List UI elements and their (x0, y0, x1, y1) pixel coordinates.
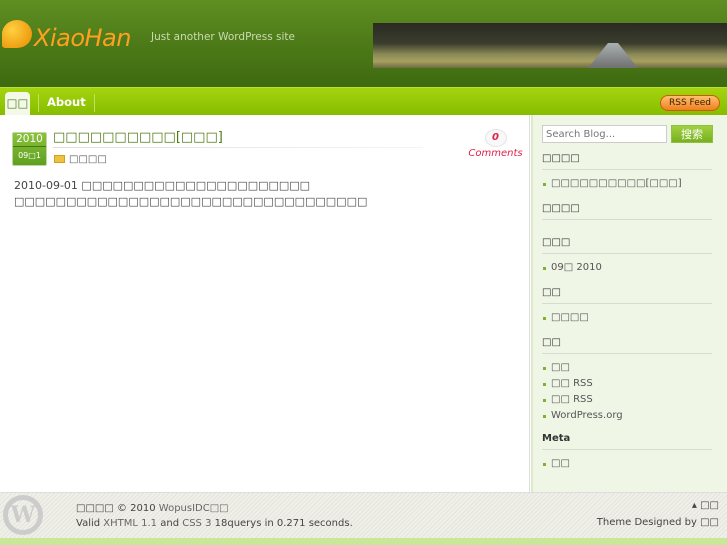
widget-link[interactable]: □□ RSS (542, 392, 712, 408)
widget-list: □□ (542, 456, 712, 472)
widget-link[interactable]: □□□□□□□□□□[□□□] (542, 176, 712, 192)
header-banner-image (373, 23, 727, 68)
site-header: XiaoHan Just another WordPress site (0, 0, 727, 88)
copyright-text: □□□□ © 2010 (76, 503, 159, 514)
widget-link[interactable]: □□ RSS (542, 376, 712, 392)
wordpress-logo-icon: W (3, 495, 43, 535)
widget-link[interactable]: □□□□ (542, 310, 712, 326)
nav-item-about[interactable]: About (38, 94, 95, 112)
theme-credit[interactable]: Theme Designed by □□ (597, 517, 719, 528)
sidebar-widget: □□□ 09□ 2010 (542, 237, 712, 276)
widget-title: □□ (542, 337, 712, 354)
post-category-link[interactable]: □□□□ (69, 154, 107, 165)
title-divider (53, 147, 423, 148)
sidebar: 搜索 □□□□□□□□□□□□□□[□□□]□□□□□□□09□ 2010□□□… (531, 115, 727, 493)
back-to-top-link[interactable]: ▴ □□ (692, 500, 719, 511)
nav-item-home[interactable]: □□ (5, 92, 30, 116)
sidebar-widget: □□□□ (542, 203, 712, 220)
post-title-link[interactable]: □□□□□□□□□□[□□□] (53, 130, 223, 145)
content-area: 2010 09□1 □□□□□□□□□□[□□□] □□□□ 0 Comment… (0, 115, 530, 493)
comments-link[interactable]: 0 Comments (468, 129, 523, 159)
widget-title: □□□ (542, 237, 712, 254)
bottom-bar (0, 538, 727, 545)
site-tagline: Just another WordPress site (151, 31, 296, 43)
sidebar-widget: □□□□ □□□□□□□□□□[□□□] (542, 153, 712, 192)
site-name: XiaoHan (34, 24, 131, 52)
widget-list: □□□□□□□□□□[□□□] (542, 176, 712, 192)
logo-swirl-icon (2, 20, 32, 48)
widget-link[interactable]: □□ (542, 360, 712, 376)
sidebar-widget: □□ □□ □□ RSS □□ RSS WordPress.org (542, 337, 712, 424)
comments-label: Comments (468, 148, 523, 159)
copyright-link[interactable]: WopusIDC□□ (159, 503, 229, 514)
post-date-badge: 2010 09□1 (12, 132, 47, 166)
widget-link[interactable]: 09□ 2010 (542, 260, 712, 276)
widget-title: □□□□ (542, 153, 712, 170)
widget-title: Meta (542, 433, 712, 450)
post-year: 2010 (13, 133, 46, 147)
rss-feed-button[interactable]: RSS Feed (660, 95, 720, 111)
site-footer: W □□□□ © 2010 WopusIDC□□ Valid XHTML 1.1… (0, 492, 727, 538)
excerpt-line: 2010-09-01 □□□□□□□□□□□□□□□□□□□□□□ (14, 179, 311, 192)
css-link[interactable]: CSS 3 (182, 518, 211, 529)
main-nav: □□ About RSS Feed (0, 87, 727, 116)
search-button[interactable]: 搜索 (671, 125, 713, 143)
sidebar-widget: □□ □□□□ (542, 287, 712, 326)
widget-title: □□ (542, 287, 712, 304)
comment-count: 0 (484, 129, 507, 147)
xhtml-link[interactable]: XHTML 1.1 (103, 518, 157, 529)
copyright: □□□□ © 2010 WopusIDC□□ (76, 503, 229, 514)
widget-link[interactable]: □□ (542, 456, 712, 472)
site-logo[interactable]: XiaoHan (2, 18, 147, 68)
folder-icon (54, 155, 65, 163)
widget-list: 09□ 2010 (542, 260, 712, 276)
widget-list: □□□□ (542, 310, 712, 326)
search-input[interactable] (542, 125, 667, 143)
post-month-day: 09□1 (18, 151, 41, 160)
valid-text: Valid (76, 518, 104, 529)
widget-link[interactable]: WordPress.org (542, 408, 712, 424)
widget-title: □□□□ (542, 203, 712, 220)
footer-validation: Valid XHTML 1.1 and CSS 3 18querys in 0.… (76, 518, 353, 529)
post-excerpt: 2010-09-01 □□□□□□□□□□□□□□□□□□□□□□ □□□□□□… (14, 178, 514, 210)
sidebar-widget: Meta □□ (542, 433, 712, 472)
query-stats: 18querys in 0.271 seconds. (211, 518, 353, 529)
excerpt-line: □□□□□□□□□□□□□□□□□□□□□□□□□□□□□□□□□□ (14, 195, 368, 208)
and-text: and (157, 518, 183, 529)
widget-list: □□ □□ RSS □□ RSS WordPress.org (542, 360, 712, 424)
